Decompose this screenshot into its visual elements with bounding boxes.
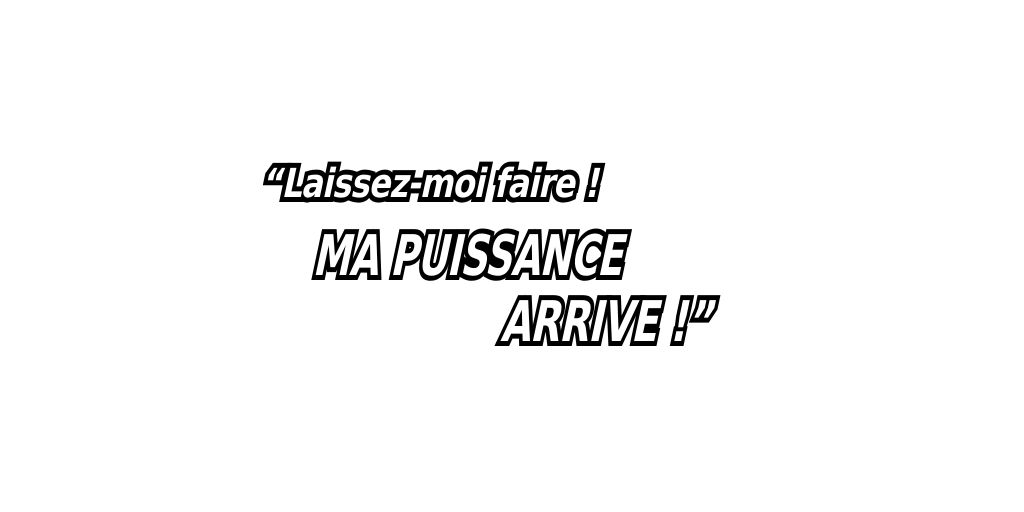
caption-line-1: “Laissez-moi faire !: [254, 157, 610, 212]
caption-line-3: ARRIVE !”: [493, 286, 725, 359]
caption-line-2: MA PUISSANCE: [305, 220, 636, 293]
caption-canvas: “Laissez-moi faire ! MA PUISSANCE ARRIVE…: [0, 0, 1024, 512]
